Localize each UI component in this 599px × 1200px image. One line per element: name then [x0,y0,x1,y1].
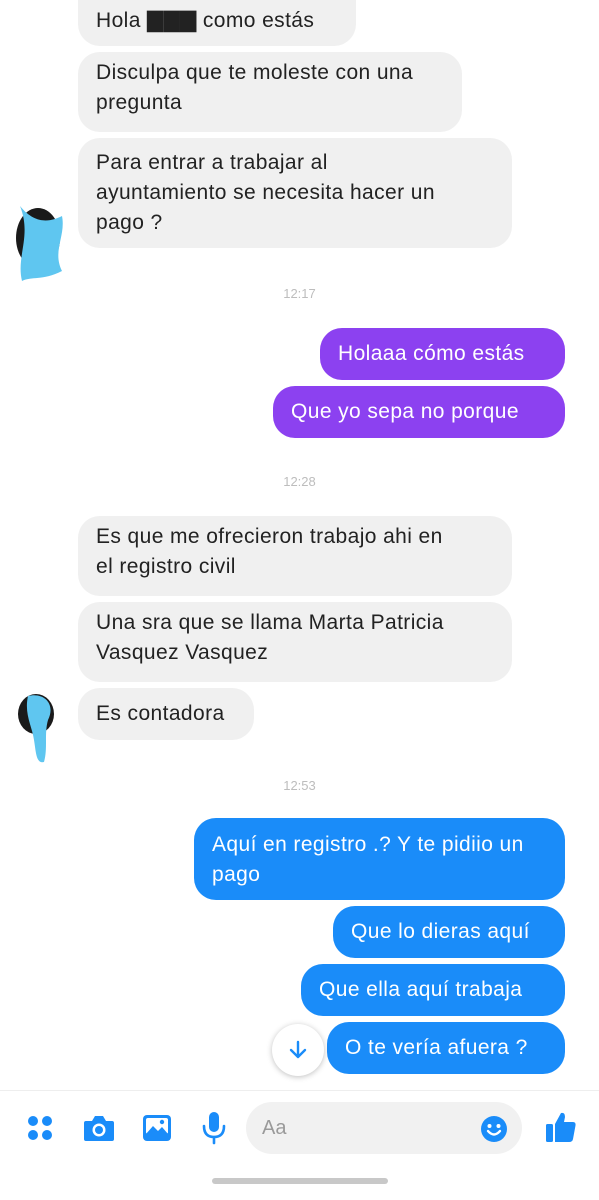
outgoing-message[interactable]: O te vería afuera ? [327,1022,565,1074]
incoming-message[interactable]: Para entrar a trabajar al ayuntamiento s… [78,138,512,248]
timestamp: 12:53 [283,778,316,793]
outgoing-message[interactable]: Que yo sepa no porque [273,386,565,438]
incoming-message[interactable]: Una sra que se llama Marta Patricia Vasq… [78,602,512,682]
outgoing-message[interactable]: Que ella aquí trabaja [301,964,565,1016]
home-indicator [212,1178,388,1184]
timestamp: 12:28 [283,474,316,489]
outgoing-message[interactable]: Que lo dieras aquí [333,906,565,958]
contact-avatar[interactable] [14,690,64,775]
outgoing-message[interactable]: Holaaa cómo estás [320,328,565,380]
scroll-to-bottom-button[interactable] [272,1024,324,1076]
smiley-icon[interactable] [480,1115,508,1148]
message-input[interactable] [262,1102,462,1154]
message-input-container[interactable] [246,1102,522,1154]
camera-icon[interactable] [82,1113,116,1148]
thumbs-up-icon[interactable] [544,1110,578,1149]
image-icon[interactable] [141,1113,173,1148]
arrow-down-icon [289,1040,307,1059]
timestamp: 12:17 [283,286,316,301]
outgoing-message[interactable]: Aquí en registro .? Y te pidiio un pago [194,818,565,900]
incoming-message[interactable]: Es que me ofrecieron trabajo ahi en el r… [78,516,512,596]
contact-avatar[interactable] [12,196,70,291]
microphone-icon[interactable] [201,1110,227,1151]
incoming-message[interactable]: Hola ▇▇▇ como estás [78,0,356,46]
incoming-message[interactable]: Es contadora [78,688,254,740]
incoming-message[interactable]: Disculpa que te moleste con una pregunta [78,52,462,132]
four-dots-icon[interactable] [26,1114,54,1147]
